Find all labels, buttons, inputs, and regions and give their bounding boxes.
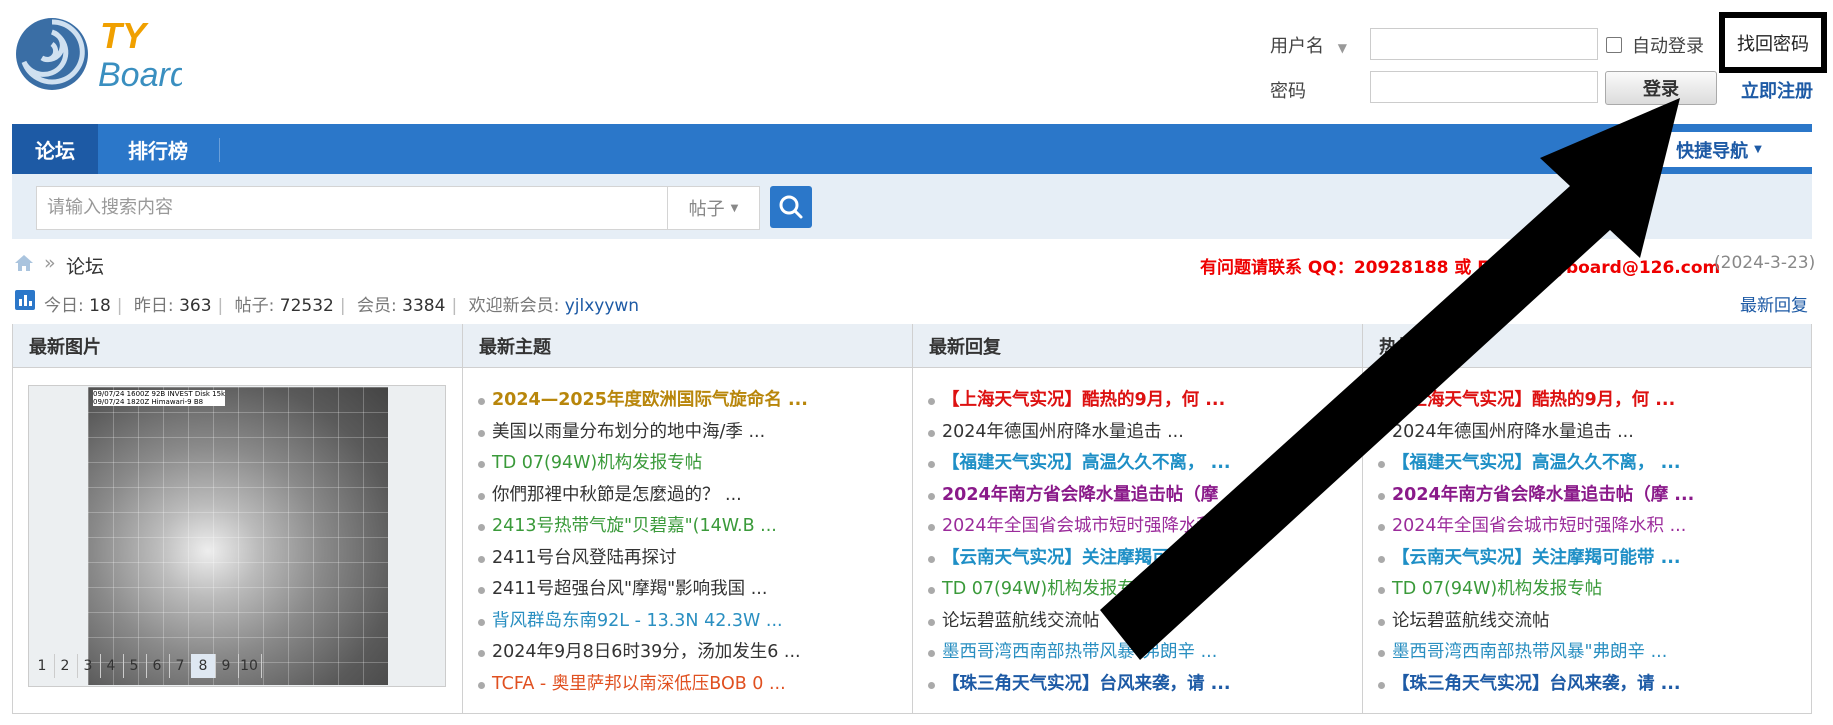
stats-chart-icon — [15, 290, 35, 314]
contact-date: (2024-3-23) — [1714, 253, 1816, 273]
caret-down-icon: ▼ — [730, 202, 739, 214]
hot-topic-item[interactable]: 【福建天气实况】高温久久不离， ... — [1378, 448, 1802, 480]
username-input[interactable] — [1370, 28, 1598, 60]
topic-item[interactable]: 背风群岛东南92L - 13.3N 42.3W ... — [478, 606, 902, 638]
password-input[interactable] — [1370, 71, 1598, 103]
satellite-grid-overlay — [88, 387, 388, 685]
reply-item[interactable]: TD 07(94W)机构发报专帖 — [928, 574, 1352, 606]
topic-item[interactable]: TD 07(94W)机构发报专帖 — [478, 448, 902, 480]
reply-item[interactable]: 【云南天气实况】关注摩羯可能带 ... — [928, 543, 1352, 575]
image-page-10[interactable]: 10 — [237, 654, 262, 678]
satellite-caption: 09/07/24 1600Z 92B INVEST Disk 15k 09/07… — [93, 390, 226, 406]
stat-posts: 72532 — [279, 296, 334, 316]
reply-item[interactable]: 【珠三角天气实况】台风来袭，请 ... — [928, 669, 1352, 701]
reply-item[interactable]: 【上海天气实况】酷热的9月，何 ... — [928, 385, 1352, 417]
column-divider — [912, 324, 913, 714]
nav-divider — [219, 138, 220, 162]
forum-stats: 今日: 18 | 昨日: 363 | 帖子: 72532 | 会员: 3384 | 欢迎… — [44, 296, 640, 316]
hot-topic-item[interactable]: 【云南天气实况】关注摩羯可能带 ... — [1378, 543, 1802, 575]
stat-members: 3384 — [402, 296, 446, 316]
col-header-replies: 最新回复 — [913, 324, 1362, 368]
topic-item[interactable]: TCFA - 奥里萨邦以南深低压BOB 0 ... — [478, 669, 902, 701]
main-nav: 论坛 排行榜 快捷导航 ▼ — [12, 124, 1812, 174]
column-divider — [462, 324, 463, 714]
image-page-5[interactable]: 5 — [122, 654, 147, 678]
image-page-3[interactable]: 3 — [76, 654, 101, 678]
breadcrumb-current[interactable]: 论坛 — [66, 252, 104, 279]
search-icon — [779, 195, 803, 219]
latest-replies-list: 【上海天气实况】酷热的9月，何 ... 2024年德国州府降水量追击 ... 【福建… — [928, 385, 1352, 700]
image-page-7[interactable]: 7 — [168, 654, 193, 678]
remember-checkbox[interactable] — [1606, 37, 1622, 53]
quick-nav-button[interactable]: 快捷导航 ▼ — [1626, 132, 1812, 167]
hot-topic-item[interactable]: 论坛碧蓝航线交流帖 — [1378, 606, 1802, 638]
caret-down-icon: ▼ — [1754, 144, 1762, 155]
remember-label: 自动登录 — [1632, 36, 1704, 57]
new-member-link[interactable]: yjlxyywn — [565, 296, 639, 316]
topic-item[interactable]: 2411号超强台风"摩羯"影响我国 ... — [478, 574, 902, 606]
search-input[interactable]: 请输入搜索内容 — [36, 186, 668, 230]
contact-info: 有问题请联系 QQ：20928188 或 Email：tyboard@126.c… — [1200, 258, 1721, 278]
image-page-8[interactable]: 8 — [191, 654, 216, 678]
reply-item[interactable]: 2024年全国省会城市短时强降水积 ... — [928, 511, 1352, 543]
latest-reply-link[interactable]: 最新回复 — [1740, 291, 1808, 316]
reply-item[interactable]: 墨西哥湾西南部热带风暴"弗朗辛 ... — [928, 637, 1352, 669]
search-type-select[interactable]: 帖子 ▼ — [668, 186, 760, 230]
image-page-6[interactable]: 6 — [145, 654, 170, 678]
hot-topic-item[interactable]: 2024年德国州府降水量追击 ... — [1378, 417, 1802, 449]
home-icon[interactable] — [14, 254, 34, 276]
search-bar: 请输入搜索内容 帖子 ▼ — [12, 174, 1812, 239]
reply-item[interactable]: 论坛碧蓝航线交流帖 — [928, 606, 1352, 638]
image-page-1[interactable]: 1 — [30, 654, 55, 678]
login-button[interactable]: 登录 — [1605, 71, 1717, 105]
latest-topics-list: 2024—2025年度欧洲国际气旋命名 ... 美国以雨量分布划分的地中海/季 .… — [478, 385, 902, 700]
logo-text-board: Board — [98, 56, 182, 92]
col-header-hot: 热帖 — [1363, 324, 1811, 368]
image-page-4[interactable]: 4 — [99, 654, 124, 678]
stat-yesterday: 363 — [179, 296, 212, 316]
stat-today: 18 — [89, 296, 111, 316]
image-page-2[interactable]: 2 — [53, 654, 78, 678]
register-link[interactable]: 立即注册 — [1741, 77, 1813, 103]
topic-item[interactable]: 2024年9月8日6时39分，汤加发生6 ... — [478, 637, 902, 669]
hot-topic-item[interactable]: 【珠三角天气实况】台风来袭，请 ... — [1378, 669, 1802, 701]
breadcrumb-separator: » — [44, 252, 56, 274]
topic-item[interactable]: 2024—2025年度欧洲国际气旋命名 ... — [478, 385, 902, 417]
logo-text-ty: TY — [100, 15, 149, 56]
hot-topic-item[interactable]: 墨西哥湾西南部热带风暴"弗朗辛 ... — [1378, 637, 1802, 669]
topic-item[interactable]: 你們那裡中秋節是怎麼過的？ ... — [478, 480, 902, 512]
hot-topic-item[interactable]: 2024年南方省会降水量追击帖（摩 ... — [1378, 480, 1802, 512]
hot-topic-item[interactable]: 【上海天气实况】酷热的9月，何 ... — [1378, 385, 1802, 417]
nav-item-forum[interactable]: 论坛 — [12, 124, 98, 174]
col-header-topics: 最新主题 — [463, 324, 912, 368]
forgot-password-link[interactable]: 找回密码 — [1719, 12, 1827, 73]
hot-topic-item[interactable]: 2024年全国省会城市短时强降水积 ... — [1378, 511, 1802, 543]
chevron-down-icon: ▼ — [1337, 41, 1347, 55]
topic-item[interactable]: 2413号热带气旋"贝碧嘉"(14W.B ... — [478, 511, 902, 543]
reply-item[interactable]: 2024年德国州府降水量追击 ... — [928, 417, 1352, 449]
reply-item[interactable]: 【福建天气实况】高温久久不离， ... — [928, 448, 1352, 480]
topic-item[interactable]: 2411号台风登陆再探讨 — [478, 543, 902, 575]
site-logo[interactable]: TY Board — [12, 12, 190, 94]
swirl-logo-icon: TY Board — [16, 15, 190, 94]
topic-item[interactable]: 美国以雨量分布划分的地中海/季 ... — [478, 417, 902, 449]
reply-item[interactable]: 2024年南方省会降水量追击帖（摩 ... — [928, 480, 1352, 512]
nav-item-ranking[interactable]: 排行榜 — [98, 124, 218, 174]
satellite-image[interactable]: 09/07/24 1600Z 92B INVEST Disk 15k 09/07… — [28, 385, 446, 687]
image-page-9[interactable]: 9 — [214, 654, 239, 678]
username-label[interactable]: 用户名 ▼ — [1270, 32, 1347, 58]
forgot-password-label: 找回密码 — [1737, 33, 1809, 55]
col-header-images: 最新图片 — [13, 324, 462, 368]
password-label: 密码 — [1270, 81, 1306, 102]
hot-topic-item[interactable]: TD 07(94W)机构发报专帖 — [1378, 574, 1802, 606]
quick-nav-label: 快捷导航 — [1676, 140, 1749, 162]
search-type-label: 帖子 — [688, 199, 725, 220]
login-button-label: 登录 — [1643, 79, 1679, 100]
hot-topics-list: 【上海天气实况】酷热的9月，何 ... 2024年德国州府降水量追击 ... 【福建… — [1378, 385, 1802, 700]
search-button[interactable] — [770, 186, 812, 228]
column-divider — [1362, 324, 1363, 714]
